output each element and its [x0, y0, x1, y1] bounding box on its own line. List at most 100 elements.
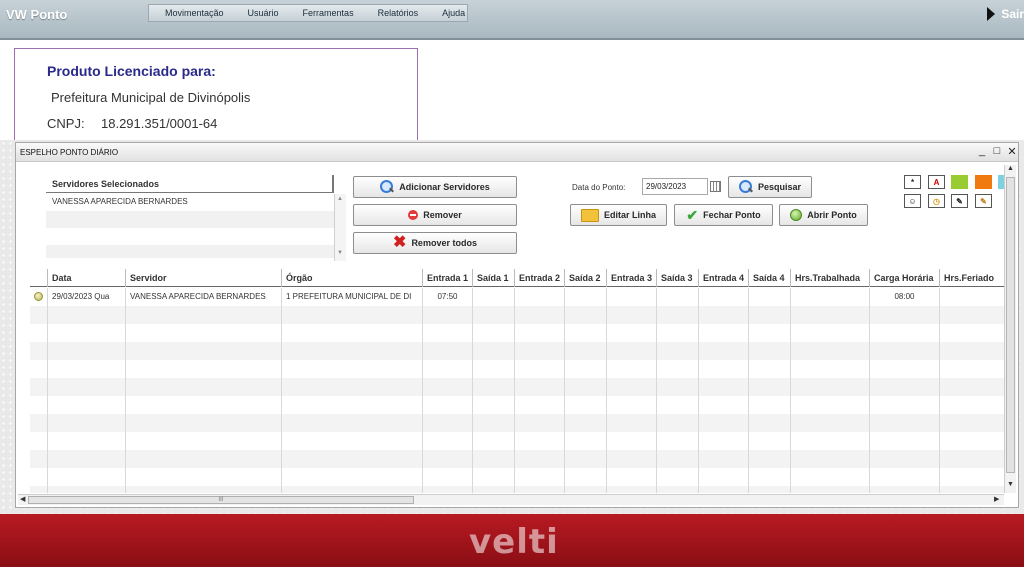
selected-servers-header: Servidores Selecionados [46, 175, 334, 193]
scroll-up-icon[interactable]: ▲ [1007, 165, 1014, 172]
pen-icon[interactable]: ✎ [951, 194, 968, 208]
scroll-right-icon[interactable]: ▶ [994, 495, 999, 503]
grid-cell-empty [515, 486, 565, 493]
grid-cell-empty [657, 324, 699, 342]
status-cell [30, 288, 48, 306]
grid-cell-empty [870, 486, 940, 493]
pencil-icon[interactable]: ✎ [975, 194, 992, 208]
grid-cell-empty [282, 306, 423, 324]
edit-line-label: Editar Linha [603, 210, 656, 220]
grid-cell-empty [515, 342, 565, 360]
grid-horizontal-scrollbar[interactable]: ◀ III ▶ [18, 494, 1004, 505]
asterisk-icon[interactable]: * [904, 175, 921, 189]
table-row-empty [30, 378, 1004, 396]
grid-cell-empty [607, 414, 657, 432]
grid-cell-empty [657, 432, 699, 450]
remove-button[interactable]: Remover [353, 204, 517, 226]
horizontal-scroll-thumb[interactable]: III [28, 496, 414, 504]
column-header-hrs-trabalhada[interactable]: Hrs.Trabalhada [791, 269, 870, 287]
scroll-up-icon[interactable]: ▲ [337, 196, 343, 202]
close-point-button[interactable]: ✔ Fechar Ponto [674, 204, 773, 226]
column-header-hrs-feriado[interactable]: Hrs.Feriado [940, 269, 1004, 287]
list-scrollbar[interactable]: ▲ ▼ [334, 194, 346, 261]
checkmark-icon: ✔ [686, 207, 699, 223]
grid-cell-empty [749, 414, 791, 432]
grid-cell-empty [791, 306, 870, 324]
grid-cell-empty [870, 360, 940, 378]
column-header-data[interactable]: Data [48, 269, 126, 287]
list-item[interactable]: VANESSA APARECIDA BERNARDES [46, 194, 334, 211]
grid-cell-empty [657, 342, 699, 360]
grid-cell-empty [565, 324, 607, 342]
table-row-empty [30, 360, 1004, 378]
column-header-saida2[interactable]: Saída 2 [565, 269, 607, 287]
grid-cell-empty [30, 432, 48, 450]
column-header-entrada2[interactable]: Entrada 2 [515, 269, 565, 287]
menu-ferramentas[interactable]: Ferramentas [287, 8, 362, 18]
grid-cell-empty [699, 342, 749, 360]
grid-cell-empty [30, 306, 48, 324]
smiley-icon[interactable]: ☺ [904, 194, 921, 208]
grid-cell-empty [607, 342, 657, 360]
calendar-icon[interactable] [710, 181, 721, 192]
maximize-icon[interactable]: □ [991, 145, 1003, 157]
logout-button[interactable]: Sair [987, 7, 1024, 21]
grid-cell-empty [940, 414, 1004, 432]
grid-cell-empty [48, 396, 126, 414]
menu-movimentacao[interactable]: Movimentação [149, 8, 232, 18]
pdf-icon[interactable]: A [928, 175, 945, 189]
column-header-orgao[interactable]: Órgão [282, 269, 423, 287]
grid-cell-empty [565, 468, 607, 486]
remove-all-label: Remover todos [411, 238, 477, 248]
grid-cell-empty [749, 468, 791, 486]
column-header-saida1[interactable]: Saída 1 [473, 269, 515, 287]
table-row-empty [30, 414, 1004, 432]
play-arrow-icon [987, 7, 996, 21]
column-header-entrada3[interactable]: Entrada 3 [607, 269, 657, 287]
column-header-saida3[interactable]: Saída 3 [657, 269, 699, 287]
grid-cell-empty [565, 342, 607, 360]
grid-cell-empty [607, 324, 657, 342]
column-header-entrada4[interactable]: Entrada 4 [699, 269, 749, 287]
grid-cell-empty [699, 306, 749, 324]
green-color-swatch[interactable] [951, 175, 968, 189]
vertical-scroll-thumb[interactable] [1006, 177, 1015, 473]
magnifier-icon [380, 180, 394, 194]
column-resize-handle[interactable] [332, 175, 334, 193]
cell-entrada3 [607, 288, 657, 306]
minimize-icon[interactable]: _ [976, 145, 988, 157]
column-header-entrada1[interactable]: Entrada 1 [423, 269, 473, 287]
grid-cell-empty [282, 450, 423, 468]
edit-line-button[interactable]: Editar Linha [570, 204, 667, 226]
grid-cell-empty [749, 342, 791, 360]
menu-relatorios[interactable]: Relatórios [362, 8, 427, 18]
cell-saida3 [657, 288, 699, 306]
open-point-button[interactable]: Abrir Ponto [779, 204, 868, 226]
scroll-down-icon[interactable]: ▼ [1007, 481, 1014, 488]
grid-vertical-scrollbar[interactable]: ▲ ▼ [1004, 165, 1016, 493]
scroll-down-icon[interactable]: ▼ [337, 250, 343, 256]
menu-usuario[interactable]: Usuário [232, 8, 287, 18]
close-icon[interactable]: ✕ [1006, 145, 1018, 158]
column-header-servidor[interactable]: Servidor [126, 269, 282, 287]
column-header-saida4[interactable]: Saída 4 [749, 269, 791, 287]
grid-cell-empty [870, 306, 940, 324]
orange-color-swatch[interactable] [975, 175, 992, 189]
search-button[interactable]: Pesquisar [728, 176, 812, 198]
grid-cell-empty [126, 360, 282, 378]
add-servers-button[interactable]: Adicionar Servidores [353, 176, 517, 198]
grid-cell-empty [515, 324, 565, 342]
table-row-empty [30, 324, 1004, 342]
remove-all-button[interactable]: ✖ Remover todos [353, 232, 517, 254]
column-header-carga-horaria[interactable]: Carga Horária [870, 269, 940, 287]
table-row[interactable]: 29/03/2023 Qua VANESSA APARECIDA BERNARD… [30, 288, 1004, 306]
grid-cell-empty [30, 396, 48, 414]
clock-icon[interactable]: ◷ [928, 194, 945, 208]
grid-cell-empty [940, 432, 1004, 450]
cell-saida4 [749, 288, 791, 306]
grid-cell-empty [565, 306, 607, 324]
scroll-left-icon[interactable]: ◀ [20, 495, 25, 503]
menu-ajuda[interactable]: Ajuda [426, 8, 473, 18]
date-field[interactable] [642, 178, 708, 195]
list-item-empty [46, 228, 334, 245]
